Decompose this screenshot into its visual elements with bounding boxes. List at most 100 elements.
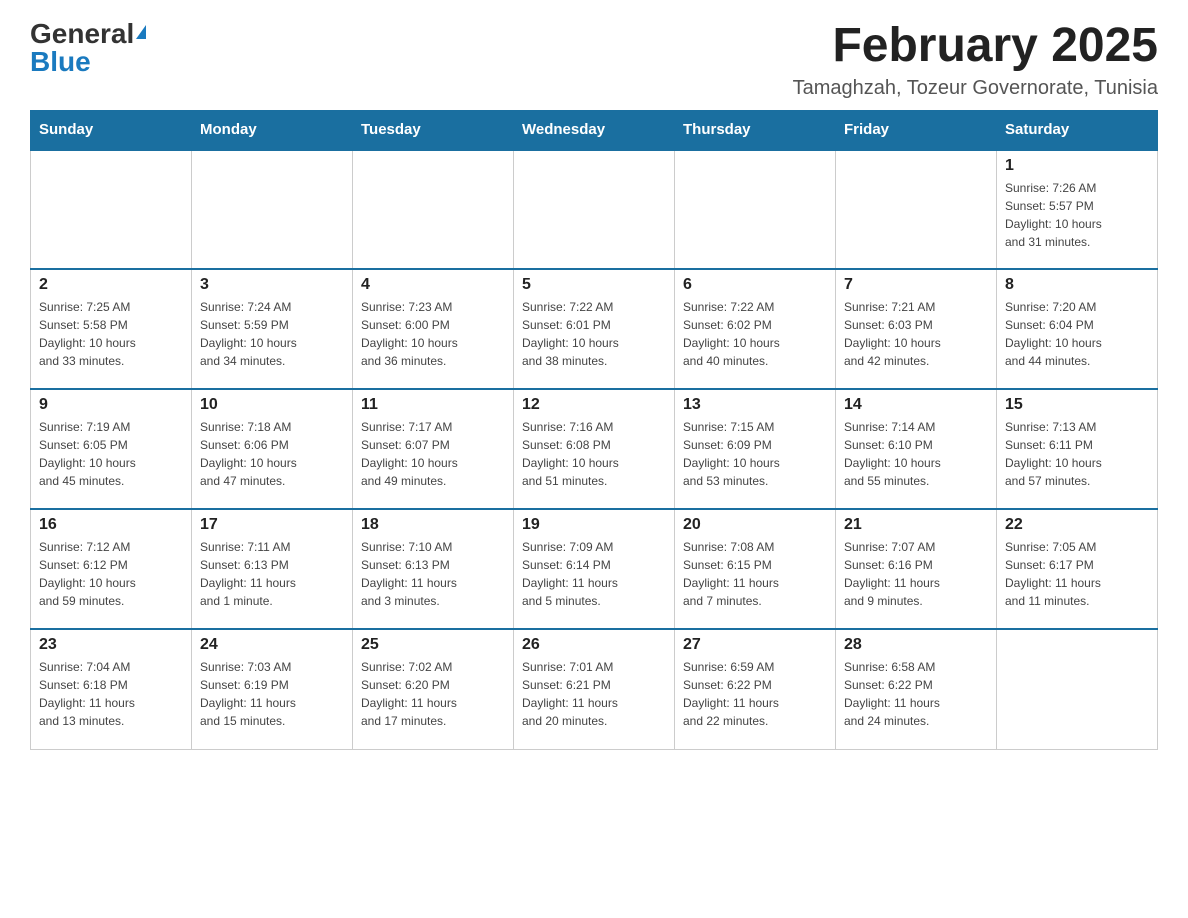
day-number: 4 — [361, 276, 505, 294]
calendar-cell: 5 Sunrise: 7:22 AMSunset: 6:01 PMDaylight… — [514, 269, 675, 389]
day-info: Sunrise: 7:21 AMSunset: 6:03 PMDaylight:… — [844, 298, 988, 370]
calendar-cell: 1 Sunrise: 7:26 AMSunset: 5:57 PMDaylight… — [997, 149, 1158, 269]
calendar-cell: 2 Sunrise: 7:25 AMSunset: 5:58 PMDaylight… — [31, 269, 192, 389]
calendar-week-row: 23 Sunrise: 7:04 AMSunset: 6:18 PMDayligh… — [31, 629, 1158, 749]
weekday-header-wednesday: Wednesday — [514, 110, 675, 149]
day-info: Sunrise: 7:04 AMSunset: 6:18 PMDaylight:… — [39, 658, 183, 730]
calendar-week-row: 9Sunrise: 7:19 AMSunset: 6:05 PMDaylight… — [31, 389, 1158, 509]
calendar-week-row: 1 Sunrise: 7:26 AMSunset: 5:57 PMDaylight… — [31, 149, 1158, 269]
day-info: Sunrise: 6:58 AMSunset: 6:22 PMDaylight:… — [844, 658, 988, 730]
calendar-cell — [675, 149, 836, 269]
day-number: 24 — [200, 636, 344, 654]
day-info: Sunrise: 7:26 AMSunset: 5:57 PMDaylight:… — [1005, 179, 1149, 251]
day-number: 14 — [844, 396, 988, 414]
calendar-cell: 28 Sunrise: 6:58 AMSunset: 6:22 PMDayligh… — [836, 629, 997, 749]
day-number: 17 — [200, 516, 344, 534]
month-title: February 2025 — [793, 20, 1158, 73]
day-info: Sunrise: 7:13 AMSunset: 6:11 PMDaylight:… — [1005, 418, 1149, 490]
calendar-cell: 11 Sunrise: 7:17 AMSunset: 6:07 PMDayligh… — [353, 389, 514, 509]
day-info: Sunrise: 7:25 AMSunset: 5:58 PMDaylight:… — [39, 298, 183, 370]
calendar-cell: 3 Sunrise: 7:24 AMSunset: 5:59 PMDaylight… — [192, 269, 353, 389]
day-info: Sunrise: 7:08 AMSunset: 6:15 PMDaylight:… — [683, 538, 827, 610]
title-section: February 2025 Tamaghzah, Tozeur Governor… — [793, 20, 1158, 100]
calendar-cell: 15Sunrise: 7:13 AMSunset: 6:11 PMDayligh… — [997, 389, 1158, 509]
weekday-header-saturday: Saturday — [997, 110, 1158, 149]
day-info: Sunrise: 7:01 AMSunset: 6:21 PMDaylight:… — [522, 658, 666, 730]
weekday-header-thursday: Thursday — [675, 110, 836, 149]
calendar-cell: 26 Sunrise: 7:01 AMSunset: 6:21 PMDayligh… — [514, 629, 675, 749]
day-info: Sunrise: 7:16 AMSunset: 6:08 PMDaylight:… — [522, 418, 666, 490]
day-number: 16 — [39, 516, 183, 534]
logo-blue-text: Blue — [30, 48, 91, 76]
day-info: Sunrise: 7:03 AMSunset: 6:19 PMDaylight:… — [200, 658, 344, 730]
logo-triangle-icon — [136, 25, 146, 39]
calendar-cell — [192, 149, 353, 269]
weekday-header-monday: Monday — [192, 110, 353, 149]
day-info: Sunrise: 7:17 AMSunset: 6:07 PMDaylight:… — [361, 418, 505, 490]
calendar-cell: 20 Sunrise: 7:08 AMSunset: 6:15 PMDayligh… — [675, 509, 836, 629]
day-info: Sunrise: 7:24 AMSunset: 5:59 PMDaylight:… — [200, 298, 344, 370]
calendar-cell: 25 Sunrise: 7:02 AMSunset: 6:20 PMDayligh… — [353, 629, 514, 749]
day-info: Sunrise: 7:07 AMSunset: 6:16 PMDaylight:… — [844, 538, 988, 610]
day-number: 3 — [200, 276, 344, 294]
day-number: 9 — [39, 396, 183, 414]
day-info: Sunrise: 7:23 AMSunset: 6:00 PMDaylight:… — [361, 298, 505, 370]
day-info: Sunrise: 7:22 AMSunset: 6:02 PMDaylight:… — [683, 298, 827, 370]
page-header: General Blue February 2025 Tamaghzah, To… — [30, 20, 1158, 100]
day-info: Sunrise: 6:59 AMSunset: 6:22 PMDaylight:… — [683, 658, 827, 730]
weekday-header-tuesday: Tuesday — [353, 110, 514, 149]
calendar-cell: 17 Sunrise: 7:11 AMSunset: 6:13 PMDayligh… — [192, 509, 353, 629]
day-number: 21 — [844, 516, 988, 534]
day-info: Sunrise: 7:10 AMSunset: 6:13 PMDaylight:… — [361, 538, 505, 610]
calendar-cell — [514, 149, 675, 269]
day-number: 10 — [200, 396, 344, 414]
calendar-cell — [997, 629, 1158, 749]
calendar-cell — [31, 149, 192, 269]
day-number: 22 — [1005, 516, 1149, 534]
calendar-cell: 19Sunrise: 7:09 AMSunset: 6:14 PMDayligh… — [514, 509, 675, 629]
calendar-cell — [836, 149, 997, 269]
location-title: Tamaghzah, Tozeur Governorate, Tunisia — [793, 77, 1158, 100]
weekday-header-sunday: Sunday — [31, 110, 192, 149]
day-number: 25 — [361, 636, 505, 654]
calendar-cell: 24 Sunrise: 7:03 AMSunset: 6:19 PMDayligh… — [192, 629, 353, 749]
logo-general-text: General — [30, 20, 134, 48]
day-number: 13 — [683, 396, 827, 414]
calendar-cell: 12Sunrise: 7:16 AMSunset: 6:08 PMDayligh… — [514, 389, 675, 509]
day-number: 5 — [522, 276, 666, 294]
day-number: 20 — [683, 516, 827, 534]
calendar-cell: 27 Sunrise: 6:59 AMSunset: 6:22 PMDayligh… — [675, 629, 836, 749]
day-number: 7 — [844, 276, 988, 294]
day-number: 1 — [1005, 157, 1149, 175]
day-info: Sunrise: 7:22 AMSunset: 6:01 PMDaylight:… — [522, 298, 666, 370]
calendar-cell: 6 Sunrise: 7:22 AMSunset: 6:02 PMDaylight… — [675, 269, 836, 389]
calendar-cell: 16Sunrise: 7:12 AMSunset: 6:12 PMDayligh… — [31, 509, 192, 629]
day-info: Sunrise: 7:18 AMSunset: 6:06 PMDaylight:… — [200, 418, 344, 490]
day-info: Sunrise: 7:02 AMSunset: 6:20 PMDaylight:… — [361, 658, 505, 730]
calendar-cell — [353, 149, 514, 269]
day-number: 6 — [683, 276, 827, 294]
day-info: Sunrise: 7:11 AMSunset: 6:13 PMDaylight:… — [200, 538, 344, 610]
day-number: 11 — [361, 396, 505, 414]
day-number: 26 — [522, 636, 666, 654]
day-number: 28 — [844, 636, 988, 654]
calendar-cell: 10 Sunrise: 7:18 AMSunset: 6:06 PMDayligh… — [192, 389, 353, 509]
day-number: 27 — [683, 636, 827, 654]
day-number: 8 — [1005, 276, 1149, 294]
weekday-header-row: SundayMondayTuesdayWednesdayThursdayFrid… — [31, 110, 1158, 149]
calendar-cell: 22 Sunrise: 7:05 AMSunset: 6:17 PMDayligh… — [997, 509, 1158, 629]
day-info: Sunrise: 7:20 AMSunset: 6:04 PMDaylight:… — [1005, 298, 1149, 370]
day-info: Sunrise: 7:14 AMSunset: 6:10 PMDaylight:… — [844, 418, 988, 490]
calendar-cell: 21 Sunrise: 7:07 AMSunset: 6:16 PMDayligh… — [836, 509, 997, 629]
calendar-cell: 23 Sunrise: 7:04 AMSunset: 6:18 PMDayligh… — [31, 629, 192, 749]
day-number: 19 — [522, 516, 666, 534]
calendar-cell: 9Sunrise: 7:19 AMSunset: 6:05 PMDaylight… — [31, 389, 192, 509]
calendar-table: SundayMondayTuesdayWednesdayThursdayFrid… — [30, 110, 1158, 750]
logo: General Blue — [30, 20, 146, 76]
day-number: 2 — [39, 276, 183, 294]
day-number: 23 — [39, 636, 183, 654]
calendar-week-row: 16Sunrise: 7:12 AMSunset: 6:12 PMDayligh… — [31, 509, 1158, 629]
calendar-cell: 7 Sunrise: 7:21 AMSunset: 6:03 PMDaylight… — [836, 269, 997, 389]
calendar-week-row: 2 Sunrise: 7:25 AMSunset: 5:58 PMDaylight… — [31, 269, 1158, 389]
day-info: Sunrise: 7:05 AMSunset: 6:17 PMDaylight:… — [1005, 538, 1149, 610]
